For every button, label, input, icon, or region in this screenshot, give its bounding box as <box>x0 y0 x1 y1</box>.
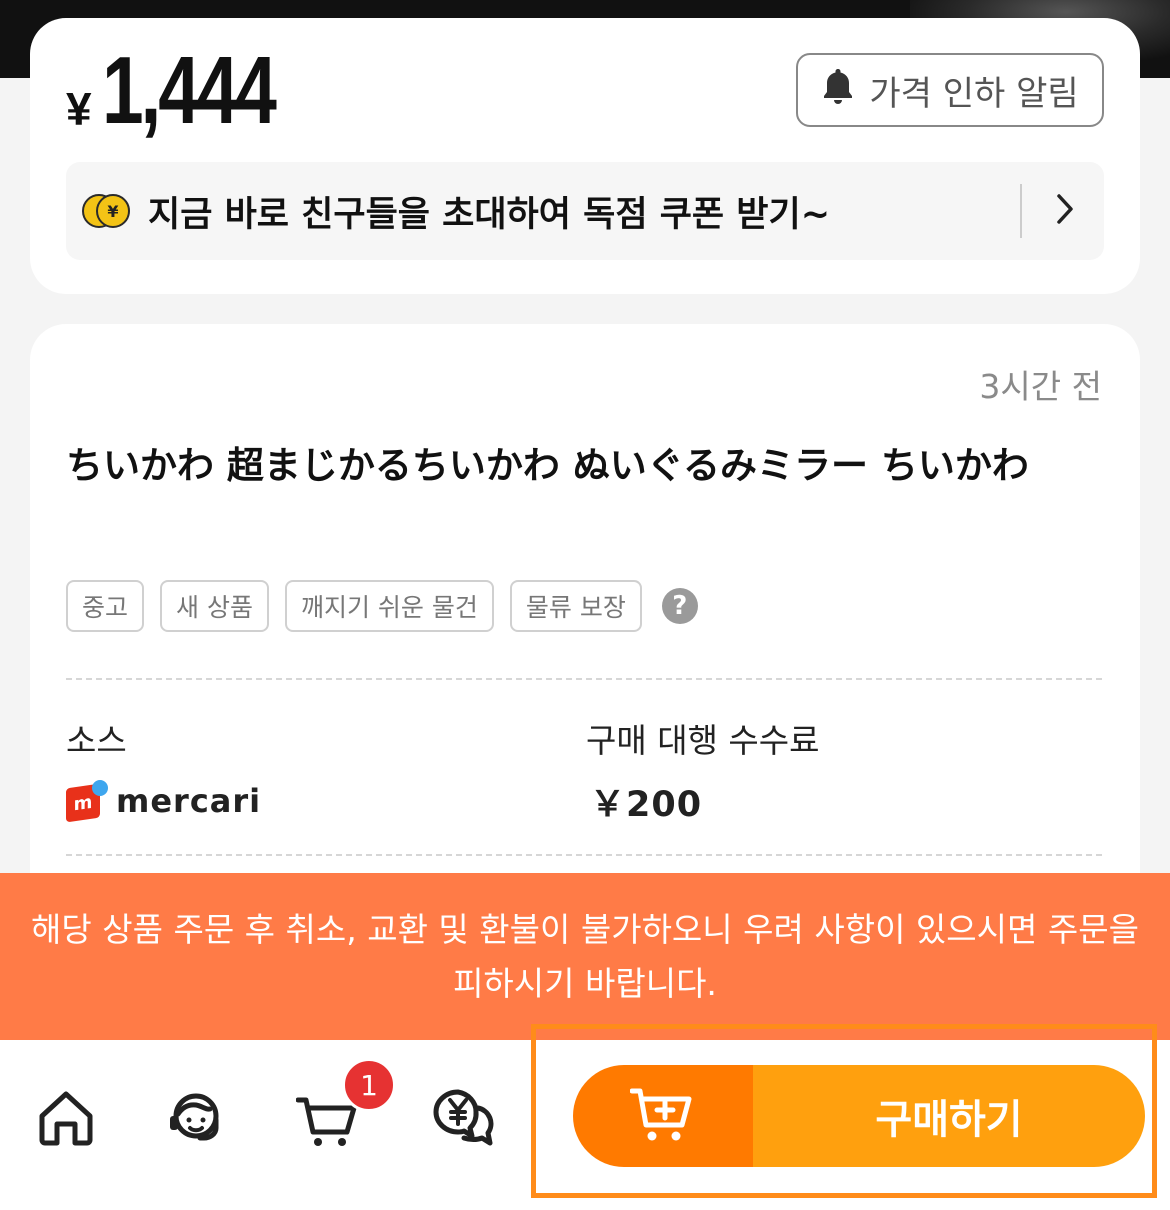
invite-banner-text: 지금 바로 친구들을 초대하여 독점 쿠폰 받기~ <box>148 194 831 235</box>
posted-time: 3시간 전 <box>979 367 1102 406</box>
price-drop-alert-label: 가격 인하 알림 <box>869 73 1079 114</box>
tag-used: 중고 <box>66 580 145 632</box>
no-refund-warning-banner: 해당 상품 주문 후 취소, 교환 및 환불이 불가하오니 우려 사항이 있으시… <box>0 873 1170 1040</box>
headset-icon[interactable] <box>164 1086 228 1150</box>
tag-fragile: 깨지기 쉬운 물건 <box>284 580 494 632</box>
coin-icon: ¥ <box>82 193 132 229</box>
price-card: ¥ 1,444 가격 인하 알림 ¥ 지금 바로 친구들을 초대하여 독점 쿠폰… <box>30 18 1140 294</box>
yen-chat-icon[interactable] <box>430 1086 494 1150</box>
currency-symbol: ¥ <box>66 83 92 135</box>
bell-icon <box>821 67 855 114</box>
cart-count-badge: 1 <box>342 1058 396 1112</box>
invite-friends-banner[interactable]: ¥ 지금 바로 친구들을 초대하여 독점 쿠폰 받기~ <box>66 162 1104 260</box>
tag-shipping-guarantee: 물류 보장 <box>509 580 642 632</box>
coin-symbol: ¥ <box>96 194 130 228</box>
item-tags: 중고 새 상품 깨지기 쉬운 물건 물류 보장 ? <box>66 580 698 632</box>
home-icon[interactable] <box>34 1086 98 1150</box>
dashed-divider <box>66 678 1102 680</box>
chevron-right-icon <box>1050 191 1104 231</box>
tag-new-item: 새 상품 <box>160 580 269 632</box>
mercari-logo: m mercari <box>66 780 262 823</box>
help-icon[interactable]: ? <box>661 588 698 624</box>
source-name: mercari <box>116 782 262 820</box>
item-info-card: 3시간 전 ちいかわ 超まじかるちいかわ ぬいぐるみミラー ちいかわ 중고 새 … <box>30 324 1140 924</box>
dashed-divider <box>66 854 1102 856</box>
item-title: ちいかわ 超まじかるちいかわ ぬいぐるみミラー ちいかわ <box>66 444 1029 487</box>
price-drop-alert-button[interactable]: 가격 인하 알림 <box>796 53 1104 127</box>
purchase-button-group: 구매하기 <box>573 1065 1145 1167</box>
add-to-cart-button[interactable] <box>573 1065 753 1167</box>
service-fee-label: 구매 대행 수수료 <box>586 721 820 760</box>
divider <box>1020 184 1022 238</box>
buy-now-button[interactable]: 구매하기 <box>753 1065 1145 1167</box>
mercari-logo-icon: m <box>66 780 108 823</box>
price-amount: 1,444 <box>102 37 277 144</box>
source-label: 소스 <box>66 721 127 760</box>
cart-plus-icon <box>629 1085 696 1147</box>
service-fee-value: ￥200 <box>590 785 703 825</box>
